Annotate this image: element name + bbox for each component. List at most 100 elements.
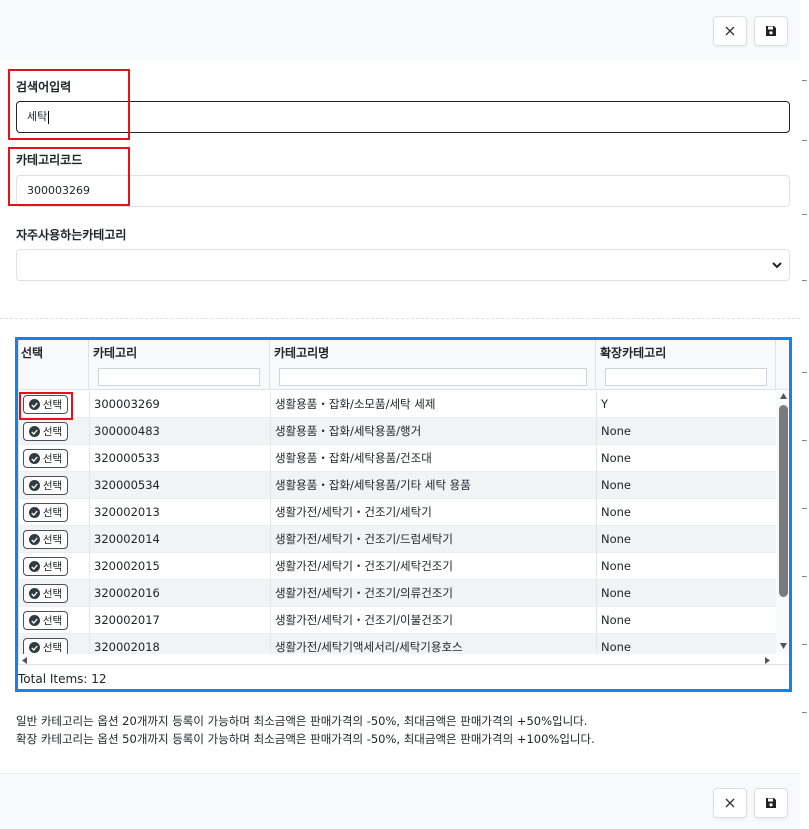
column-divider [270,418,271,445]
save-icon [766,798,776,808]
cell-extended: None [601,640,632,654]
notes: 일반 카테고리는 옵션 20개까지 등록이 가능하며 최소금액은 판매가격의 -… [16,712,595,748]
scroll-right-icon[interactable] [765,657,770,664]
check-circle-icon [28,588,40,599]
cell-extended: None [601,451,632,465]
col-header-select[interactable]: 선택 [19,340,89,390]
cell-extended: None [601,505,632,519]
column-divider [596,445,597,472]
gutter-mark [802,214,807,215]
table-row[interactable]: 선택 320002014 생활가전/세탁기・건조기/드럼세탁기 None [19,526,776,553]
grid-header: 선택 카테고리 카테고리명 확장카테고리 [19,340,789,390]
select-button[interactable]: 선택 [23,611,68,630]
cell-category-code: 320002016 [94,586,160,600]
table-row[interactable]: 선택 300003269 생활용품・잡화/소모품/세탁 세제 Y [19,391,776,418]
select-button-label: 선택 [42,426,63,438]
table-row[interactable]: 선택 320002013 생활가전/세탁기・건조기/세탁기 None [19,499,776,526]
col-header-category-name-label: 카테고리명 [274,346,330,360]
select-button[interactable]: 선택 [23,503,68,522]
column-divider [596,553,597,580]
scroll-left-icon[interactable] [22,657,27,664]
column-divider [596,580,597,607]
table-row[interactable]: 선택 320002017 생활가전/세탁기・건조기/이불건조기 None [19,607,776,634]
gutter-mark [802,280,807,281]
cell-category-name: 생활가전/세탁기・건조기/세탁기 [275,505,432,519]
cell-category-name: 생활용품・잡화/세탁용품/기타 세탁 용품 [275,478,471,492]
close-button[interactable] [713,16,747,46]
column-divider [89,634,90,656]
table-row[interactable]: 선택 320002016 생활가전/세탁기・건조기/의류건조기 None [19,580,776,607]
column-divider [270,499,271,526]
select-button[interactable]: 선택 [23,530,68,549]
select-button[interactable]: 선택 [23,449,68,468]
select-button-label: 선택 [42,453,63,465]
frequent-category-select[interactable] [16,249,790,281]
select-button[interactable]: 선택 [23,584,68,603]
footer-save-button[interactable] [754,788,788,818]
category-dialog: 검색어입력 세탁 카테고리코드 300003269 자주사용하는카테고리 선택 … [0,0,809,829]
top-toolbar [0,0,800,60]
save-button[interactable] [754,16,788,46]
gutter-mark [802,440,807,441]
check-circle-icon [28,453,40,464]
chevron-down-icon [772,262,782,269]
note-extended: 확장 카테고리는 옵션 50개까지 등록이 가능하며 최소금액은 판매가격의 -… [16,732,595,746]
grid-body: 선택 300003269 생활용품・잡화/소모품/세탁 세제 Y 선택 300000483… [19,391,776,656]
check-circle-icon [28,426,40,437]
column-divider [89,445,90,472]
gutter-mark [802,80,807,81]
cell-extended: None [601,478,632,492]
select-button[interactable]: 선택 [23,422,68,441]
select-button[interactable]: 선택 [23,395,68,414]
cell-category-code: 320002014 [94,532,160,546]
footer-close-button[interactable] [713,788,747,818]
select-button[interactable]: 선택 [23,557,68,576]
close-icon [725,26,735,36]
filter-input-category-name[interactable] [279,368,587,386]
table-row[interactable]: 선택 320000533 생활용품・잡화/세탁용품/건조대 None [19,445,776,472]
col-header-select-label: 선택 [21,346,44,360]
select-button-label: 선택 [42,534,63,546]
column-divider [596,634,597,656]
search-input[interactable]: 세탁 [16,101,790,133]
select-button[interactable]: 선택 [23,476,68,495]
column-divider [89,418,90,445]
select-button-label: 선택 [42,399,63,411]
page-scroll-gutter [800,0,809,829]
cell-extended: None [601,532,632,546]
cell-category-code: 320002017 [94,613,160,627]
column-divider [89,391,90,418]
col-header-extended[interactable]: 확장카테고리 [596,340,776,390]
cell-category-name: 생활가전/세탁기액세서리/세탁기용호스 [275,640,463,654]
filter-input-category[interactable] [98,368,260,386]
scroll-up-icon[interactable] [780,393,787,399]
close-icon [725,798,735,808]
cell-category-code: 320002015 [94,559,160,573]
vertical-scrollbar[interactable] [776,391,789,653]
col-header-category-name[interactable]: 카테고리명 [270,340,596,390]
table-row[interactable]: 선택 320000534 생활용품・잡화/세탁용품/기타 세탁 용품 None [19,472,776,499]
column-divider [596,391,597,418]
check-circle-icon [28,642,40,653]
cell-category-code: 300000483 [94,424,160,438]
column-divider [89,526,90,553]
cell-category-name: 생활가전/세탁기・건조기/드럼세탁기 [275,532,453,546]
column-divider [270,526,271,553]
check-circle-icon [28,507,40,518]
check-circle-icon [28,399,40,410]
horizontal-scrollbar[interactable] [19,654,776,664]
gutter-mark [802,712,807,713]
col-header-category[interactable]: 카테고리 [89,340,270,390]
filter-input-extended[interactable] [605,368,767,386]
cell-category-name: 생활용품・잡화/세탁용품/행거 [275,424,422,438]
table-row[interactable]: 선택 320002015 생활가전/세탁기・건조기/세탁건조기 None [19,553,776,580]
cell-category-code: 300003269 [94,397,160,411]
total-items: Total Items: 12 [18,672,107,686]
table-row[interactable]: 선택 320002018 생활가전/세탁기액세서리/세탁기용호스 None [19,634,776,656]
category-code-input[interactable]: 300003269 [16,175,790,207]
vertical-scroll-thumb[interactable] [779,405,788,597]
table-row[interactable]: 선택 300000483 생활용품・잡화/세탁용품/행거 None [19,418,776,445]
cell-extended: None [601,559,632,573]
column-divider [270,634,271,656]
scroll-down-icon[interactable] [780,643,787,649]
